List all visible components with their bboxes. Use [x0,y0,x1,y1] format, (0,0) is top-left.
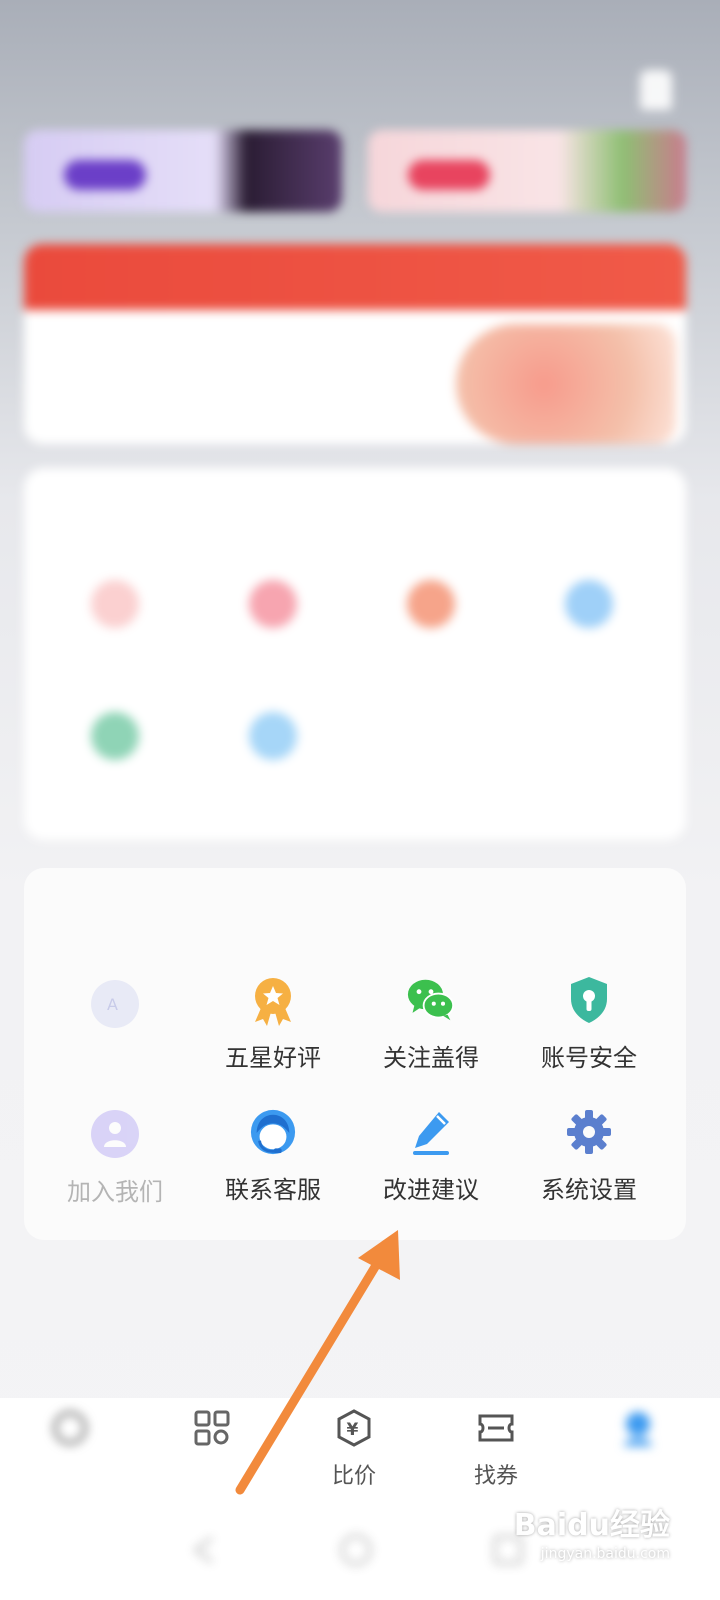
pencil-icon [407,1108,455,1156]
nav-home[interactable] [10,1408,130,1458]
account-security-item[interactable]: 账号安全 [514,976,664,1073]
five-star-rating-item[interactable]: 五星好评 [198,976,348,1073]
improvement-suggestion-label: 改进建议 [383,1176,479,1204]
contact-support-item[interactable]: 联系客服 [198,1108,348,1205]
promo-pill [408,160,490,190]
gear-icon [565,1108,613,1156]
system-settings-item[interactable]: 系统设置 [514,1108,664,1205]
common-tool-item[interactable] [198,712,348,774]
user-icon[interactable] [640,70,672,110]
contact-support-label: 联系客服 [225,1176,321,1204]
font-size-icon: A [91,980,139,1028]
svg-text:¥: ¥ [347,1420,359,1440]
nav-profile[interactable] [578,1408,698,1458]
status-bar [0,0,720,50]
nav-compare-price-label: 比价 [331,1464,376,1489]
common-tool-item[interactable] [356,580,506,642]
activity-banner[interactable] [24,244,686,444]
back-icon[interactable] [186,1532,222,1568]
wechat-icon [407,976,455,1024]
banner-top-bar [24,244,686,310]
join-us-label: 加入我们 [67,1178,163,1206]
watermark-brand: Baidu经验 [513,1508,670,1543]
tree-icon [91,712,139,760]
promo-pill [64,160,146,190]
yuan-icon: ¥ [337,1409,371,1447]
heart-icon [249,580,297,628]
shield-lock-icon [565,976,613,1024]
star-icon [565,580,613,628]
home-icon [53,1411,87,1445]
five-star-rating-label: 五星好评 [225,1044,321,1072]
common-tool-item[interactable] [198,580,348,642]
service-tools-card: A 五星好评 关注盖得 账号安全 加入我们 联系客服 改进建议 系统设置 [24,868,686,1240]
join-us-item[interactable]: 加入我们 [40,1110,190,1207]
nav-find-coupons-label: 找券 [473,1464,518,1489]
grid-icon [194,1410,230,1446]
nav-find-coupons[interactable]: 找券 [436,1408,556,1490]
chat-icon [249,712,297,760]
gift-icon [91,580,139,628]
follow-wechat-label: 关注盖得 [383,1044,479,1072]
coupon-icon [478,1414,514,1442]
common-tool-item[interactable] [40,580,190,642]
promo-card-right[interactable] [368,130,686,212]
bottom-navigation: ¥ 比价 找券 [0,1398,720,1510]
common-tool-item[interactable] [40,712,190,774]
headset-icon [249,1108,297,1156]
watermark-url: jingyan.baidu.com [540,1546,670,1562]
account-security-label: 账号安全 [541,1044,637,1072]
common-tools-card [24,468,686,840]
banner-illustration [456,324,676,444]
medal-star-icon [249,976,297,1026]
improvement-suggestion-item[interactable]: 改进建议 [356,1108,506,1205]
watermark-logo: Baidu经验 jingyan.baidu.com [514,1500,670,1562]
person-icon [91,1110,139,1158]
nav-categories[interactable] [152,1408,272,1458]
common-tool-item[interactable] [514,580,664,642]
promo-card-left[interactable] [24,130,342,212]
home-button-icon[interactable] [338,1532,374,1568]
follow-wechat-item[interactable]: 关注盖得 [356,976,506,1073]
profile-icon [624,1412,652,1446]
svg-text:A: A [107,995,118,1014]
bag-icon [407,580,455,628]
nav-compare-price[interactable]: ¥ 比价 [294,1408,414,1490]
system-settings-label: 系统设置 [541,1176,637,1204]
font-size-item[interactable]: A [40,980,190,1042]
